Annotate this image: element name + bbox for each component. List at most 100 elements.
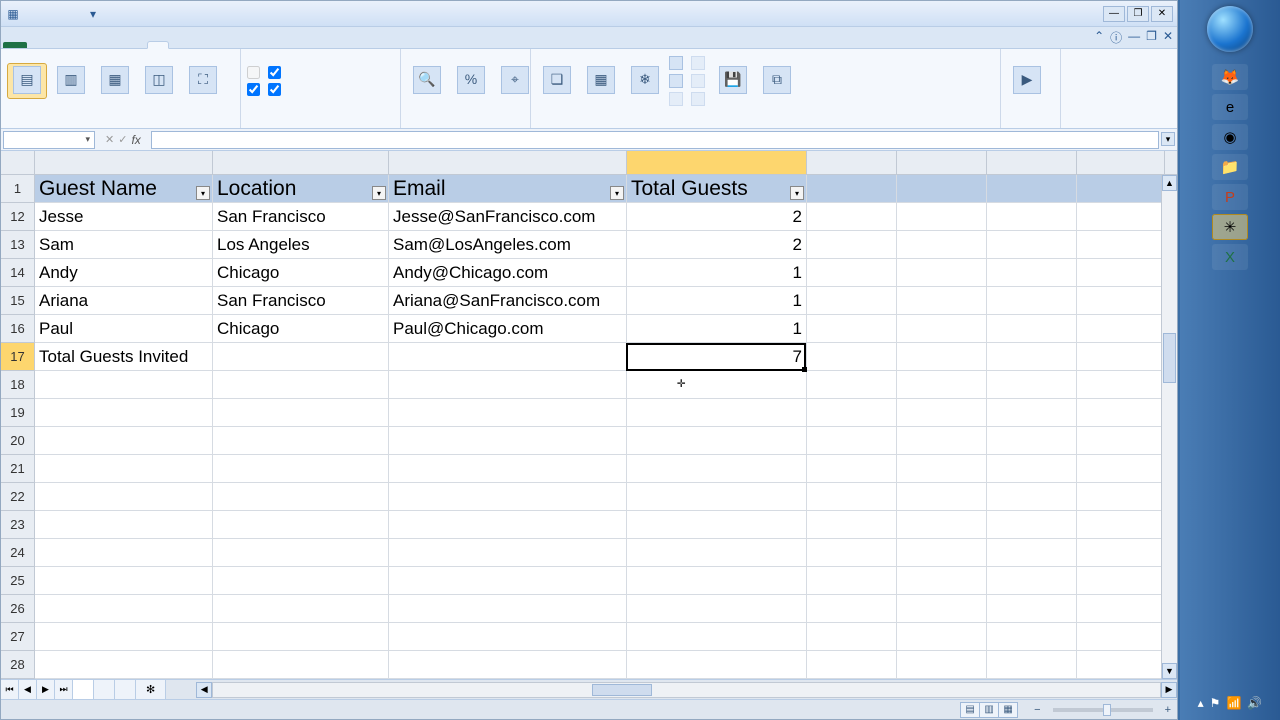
cell[interactable]: Chicago [213, 259, 389, 287]
col-header-a[interactable] [35, 151, 213, 175]
cell[interactable] [1077, 371, 1165, 399]
name-box[interactable]: ▾ [3, 131, 95, 149]
row-header-28[interactable]: 28 [1, 651, 34, 679]
tray-flag-icon[interactable]: ⚑ [1210, 696, 1221, 710]
cell[interactable] [1077, 287, 1165, 315]
cell[interactable] [987, 651, 1077, 679]
cell[interactable] [897, 315, 987, 343]
enter-formula-icon[interactable]: ✓ [118, 133, 127, 146]
cell[interactable] [1077, 623, 1165, 651]
cell[interactable]: 2 [627, 231, 807, 259]
page-break-preview-button[interactable]: ▦ [95, 64, 135, 98]
cell[interactable] [897, 595, 987, 623]
cell[interactable] [987, 427, 1077, 455]
cell[interactable]: Sam@LosAngeles.com [389, 231, 627, 259]
cell[interactable] [807, 287, 897, 315]
zoom-in-button[interactable]: + [1165, 704, 1171, 716]
hide-button[interactable] [669, 74, 687, 88]
cell[interactable] [1077, 539, 1165, 567]
cell[interactable]: Paul@Chicago.com [389, 315, 627, 343]
qat-dropdown-icon[interactable]: ▾ [85, 6, 101, 22]
cell[interactable] [1077, 315, 1165, 343]
row-header-23[interactable]: 23 [1, 511, 34, 539]
tab-review[interactable] [127, 42, 147, 48]
row-header-25[interactable]: 25 [1, 567, 34, 595]
hscroll-thumb[interactable] [592, 684, 652, 696]
cell[interactable] [627, 567, 807, 595]
cell[interactable] [627, 651, 807, 679]
cell[interactable] [389, 539, 627, 567]
cell[interactable] [987, 203, 1077, 231]
cell[interactable] [807, 595, 897, 623]
windows-taskbar[interactable]: 🦊 e ◉ 📁 P ✳ X ▴ ⚑ 📶 🔊 [1180, 0, 1280, 720]
normal-view-button[interactable]: ▤ [7, 63, 47, 99]
cell[interactable] [1077, 595, 1165, 623]
redo-icon[interactable] [65, 6, 81, 22]
cell[interactable] [389, 399, 627, 427]
cell[interactable]: Sam [35, 231, 213, 259]
cell[interactable] [213, 651, 389, 679]
cell[interactable] [987, 343, 1077, 371]
cell[interactable] [1077, 343, 1165, 371]
cell[interactable] [389, 651, 627, 679]
cell[interactable] [807, 651, 897, 679]
cancel-formula-icon[interactable]: ✕ [105, 133, 114, 146]
cell[interactable] [987, 623, 1077, 651]
tab-formulas[interactable] [87, 42, 107, 48]
cell[interactable]: Andy [35, 259, 213, 287]
cell[interactable] [1077, 259, 1165, 287]
fx-icon[interactable]: fx [131, 133, 147, 147]
row-header-20[interactable]: 20 [1, 427, 34, 455]
close-button[interactable]: ✕ [1151, 6, 1173, 22]
tab-view[interactable] [147, 41, 169, 49]
cell[interactable] [1077, 231, 1165, 259]
cell[interactable] [807, 399, 897, 427]
cell[interactable] [897, 539, 987, 567]
col-header-c[interactable] [389, 151, 627, 175]
col-header-f[interactable] [897, 151, 987, 175]
select-all-corner[interactable] [1, 151, 35, 175]
cell[interactable] [807, 539, 897, 567]
macros-button[interactable]: ▶ [1007, 64, 1047, 98]
tab-page-layout[interactable] [67, 42, 87, 48]
row-header-22[interactable]: 22 [1, 483, 34, 511]
tab-home[interactable] [27, 42, 47, 48]
view-side-by-side-button[interactable] [691, 56, 709, 70]
tab-file[interactable] [3, 42, 27, 48]
cell[interactable] [807, 623, 897, 651]
cell[interactable] [1077, 651, 1165, 679]
zoom-100-button[interactable]: % [451, 64, 491, 98]
help-icon[interactable]: ⓘ [1110, 29, 1122, 46]
cell[interactable] [1077, 203, 1165, 231]
cell[interactable] [213, 483, 389, 511]
full-screen-button[interactable]: ⛶ [183, 64, 223, 98]
cell[interactable] [213, 511, 389, 539]
row-header-27[interactable]: 27 [1, 623, 34, 651]
doc-close-icon[interactable]: ✕ [1163, 29, 1173, 46]
col-header-b[interactable] [213, 151, 389, 175]
cell[interactable] [897, 427, 987, 455]
cell[interactable] [897, 343, 987, 371]
cell[interactable] [807, 343, 897, 371]
cell[interactable] [213, 623, 389, 651]
minimize-ribbon-icon[interactable]: ⌃ [1094, 29, 1104, 46]
new-window-button[interactable]: ❏ [537, 64, 577, 98]
zoom-button[interactable]: 🔍 [407, 64, 447, 98]
start-button[interactable] [1207, 6, 1253, 52]
cell[interactable]: Andy@Chicago.com [389, 259, 627, 287]
scroll-up-icon[interactable]: ▲ [1162, 175, 1177, 191]
expand-formula-bar-icon[interactable]: ▾ [1161, 132, 1175, 146]
col-header-e[interactable] [807, 151, 897, 175]
cell[interactable] [807, 231, 897, 259]
cell[interactable] [627, 623, 807, 651]
cell[interactable] [35, 511, 213, 539]
system-tray[interactable]: ▴ ⚑ 📶 🔊 [1180, 696, 1280, 720]
cell[interactable] [35, 651, 213, 679]
cell[interactable] [1077, 427, 1165, 455]
grid[interactable]: 11213141516171819202122232425262728 Gues… [1, 151, 1177, 679]
tray-network-icon[interactable]: 📶 [1226, 696, 1241, 710]
cell[interactable] [213, 343, 389, 371]
cell[interactable] [987, 595, 1077, 623]
restore-button[interactable]: ❐ [1127, 6, 1149, 22]
cell[interactable]: Email▾ [389, 175, 627, 203]
